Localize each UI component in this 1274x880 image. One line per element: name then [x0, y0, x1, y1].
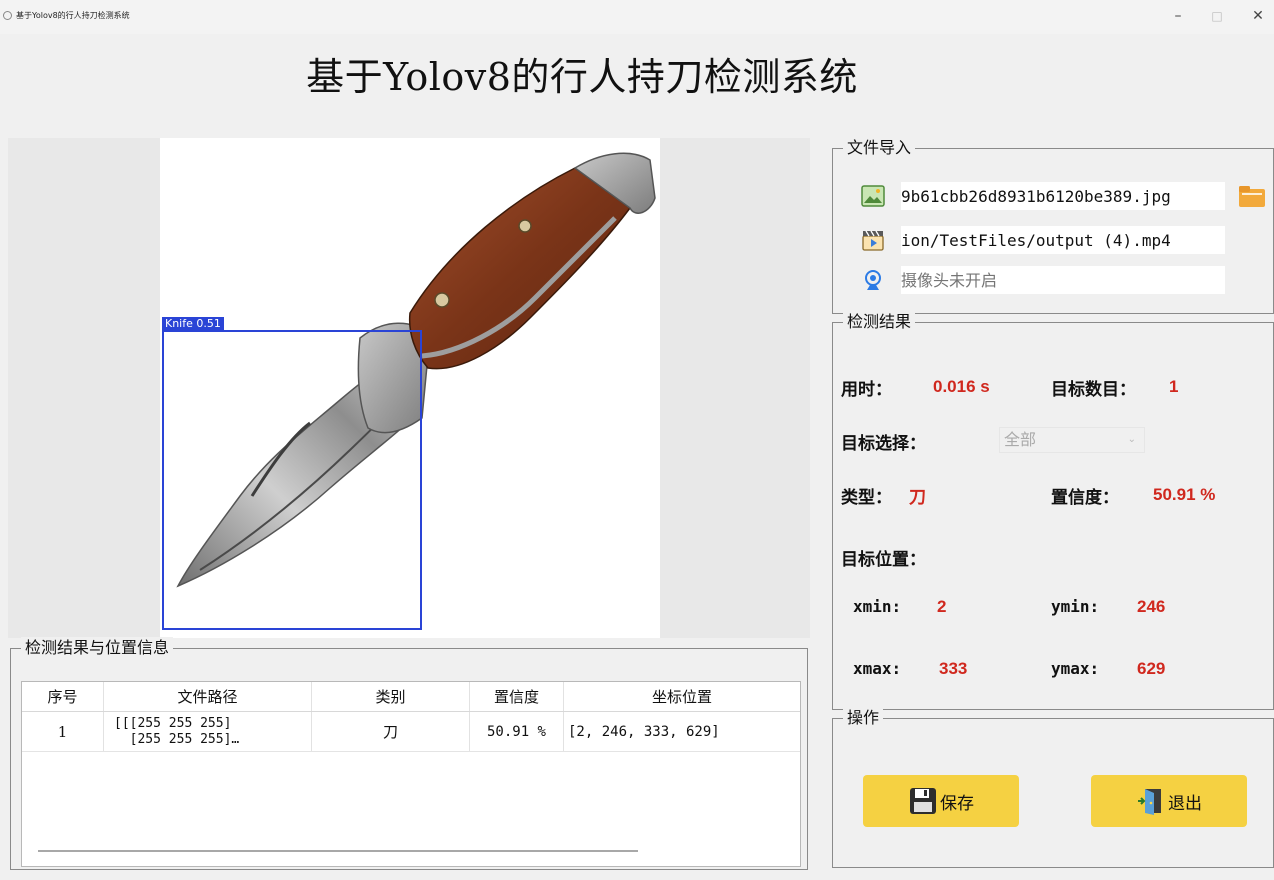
exit-door-icon [1138, 789, 1161, 815]
detection-results-title: 检测结果 [843, 311, 916, 333]
exit-button[interactable]: 退出 [1091, 775, 1247, 827]
target-select[interactable]: 全部 ⌄ [999, 427, 1145, 453]
ymax-value: 629 [1137, 659, 1166, 678]
horizontal-scrollbar[interactable] [38, 850, 638, 852]
detection-image: Knife 0.51 [160, 138, 660, 638]
image-path-input[interactable] [901, 182, 1225, 210]
table-header: 序号 文件路径 类别 置信度 坐标位置 [22, 682, 800, 712]
target-select-value: 全部 [1004, 430, 1037, 449]
save-button[interactable]: 保存 [863, 775, 1019, 827]
image-file-row [861, 182, 1265, 210]
xmin-value: 2 [937, 597, 947, 616]
folder-icon[interactable] [1237, 183, 1267, 209]
video-file-row [861, 226, 1265, 254]
row-coords: [2, 246, 333, 629] [568, 723, 720, 740]
type-label: 类型： [841, 488, 892, 508]
row-index: 1 [22, 712, 104, 751]
close-button[interactable]: ✕ [1246, 6, 1270, 26]
target-position-label: 目标位置： [841, 550, 926, 570]
count-label: 目标数目： [1051, 380, 1136, 400]
col-header-coords[interactable]: 坐标位置 [564, 682, 800, 711]
row-path: [[[255 255 255] [255 255 255]… [104, 712, 312, 751]
video-path-input[interactable] [901, 226, 1225, 254]
maximize-button[interactable]: □ [1205, 6, 1229, 26]
image-display-area: Knife 0.51 [8, 138, 810, 638]
type-value: 刀 [909, 488, 926, 508]
col-header-path[interactable]: 文件路径 [104, 682, 312, 711]
detection-label: Knife 0.51 [162, 317, 224, 331]
webcam-icon[interactable] [861, 268, 885, 292]
table-row[interactable]: 1 [[[255 255 255] [255 255 255]… 刀 50.91… [22, 712, 800, 752]
file-import-group: 文件导入 [832, 137, 1274, 314]
row-confidence: 50.91 % [470, 712, 564, 751]
confidence-value: 50.91 % [1153, 485, 1216, 504]
xmax-value: 333 [939, 659, 968, 678]
xmax-label: xmax: [853, 659, 902, 678]
confidence-label: 置信度： [1051, 488, 1119, 508]
video-icon[interactable] [861, 228, 885, 252]
chevron-down-icon: ⌄ [1127, 434, 1136, 445]
window-title: 基于Yolov8的行人持刀检测系统 [16, 11, 130, 20]
count-value: 1 [1169, 377, 1179, 396]
detection-results-group: 检测结果 用时： 0.016 s 目标数目： 1 目标选择： 全部 ⌄ 类型： … [832, 311, 1274, 710]
camera-status-input[interactable] [901, 266, 1225, 294]
detection-bounding-box [162, 330, 422, 630]
time-label: 用时： [841, 380, 892, 400]
file-import-title: 文件导入 [843, 137, 916, 159]
row-class: 刀 [312, 712, 470, 751]
col-header-confidence[interactable]: 置信度 [470, 682, 564, 711]
operations-group: 操作 保存 退出 [832, 707, 1274, 868]
results-table[interactable]: 序号 文件路径 类别 置信度 坐标位置 1 [[[255 255 255] [2… [21, 681, 801, 867]
col-header-index[interactable]: 序号 [22, 682, 104, 711]
app-icon [3, 11, 12, 20]
ymin-label: ymin: [1051, 597, 1100, 616]
window-titlebar: 基于Yolov8的行人持刀检测系统 – □ ✕ [0, 0, 1274, 34]
save-button-label: 保存 [940, 793, 974, 814]
operations-title: 操作 [843, 707, 884, 729]
target-select-label: 目标选择： [841, 434, 926, 454]
exit-button-label: 退出 [1168, 793, 1202, 814]
col-header-class[interactable]: 类别 [312, 682, 470, 711]
ymin-value: 246 [1137, 597, 1166, 616]
results-table-title: 检测结果与位置信息 [21, 637, 174, 659]
save-icon [910, 788, 936, 814]
row-path-text: [[[255 255 255] [255 255 255]… [114, 715, 240, 747]
xmin-label: xmin: [853, 597, 902, 616]
page-title: 基于Yolov8的行人持刀检测系统 [306, 55, 858, 99]
time-value: 0.016 s [933, 377, 990, 396]
image-icon[interactable] [861, 184, 885, 208]
ymax-label: ymax: [1051, 659, 1100, 678]
camera-row [861, 266, 1265, 294]
minimize-button[interactable]: – [1166, 6, 1190, 26]
results-table-group: 检测结果与位置信息 序号 文件路径 类别 置信度 坐标位置 1 [[[255 2… [10, 637, 808, 870]
